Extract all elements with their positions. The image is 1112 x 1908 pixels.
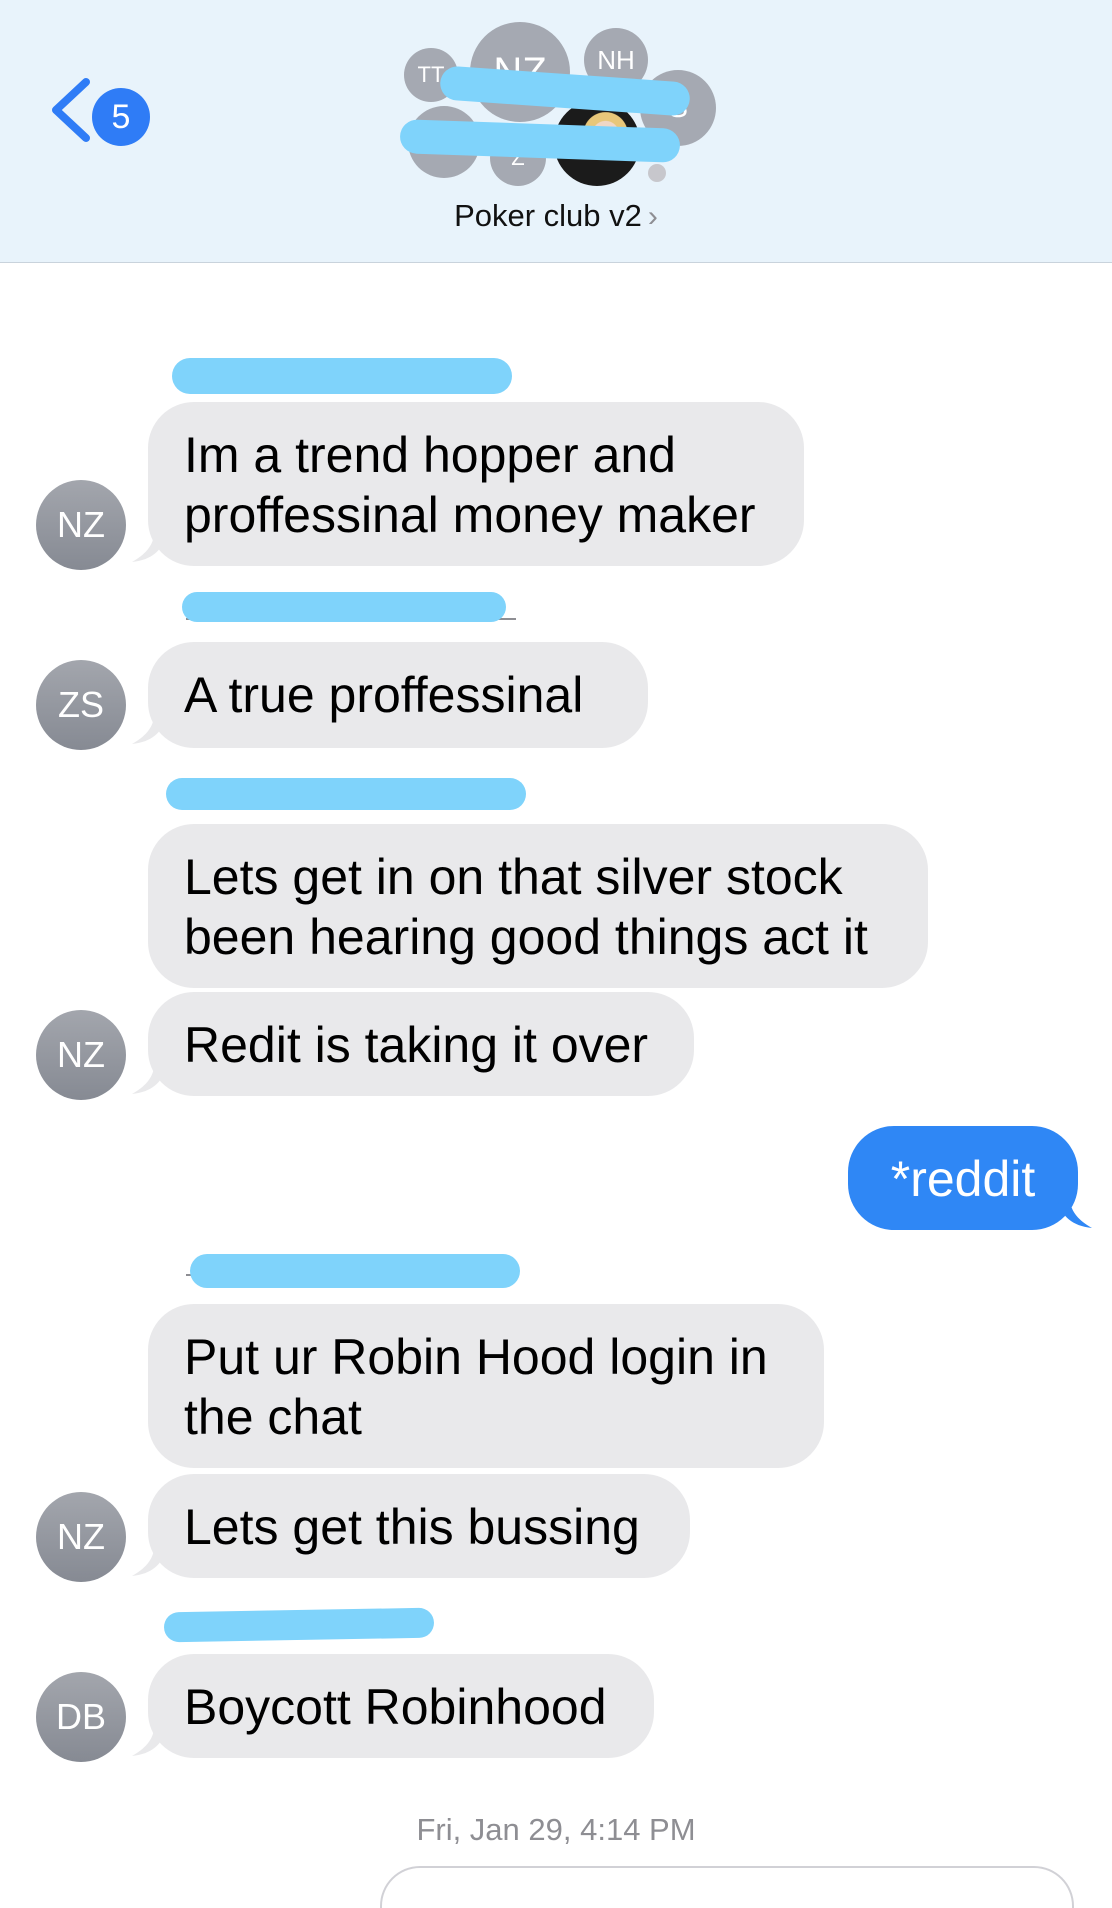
avatar[interactable]: NZ xyxy=(36,1010,126,1100)
bubble-tail xyxy=(132,1068,166,1094)
chevron-right-icon: › xyxy=(647,200,658,233)
redaction-mark xyxy=(163,1607,435,1643)
message-bubble-received[interactable]: Lets get this bussing xyxy=(148,1474,690,1578)
message-bubble-received[interactable]: Boycott Robinhood xyxy=(148,1654,654,1758)
redaction-mark xyxy=(439,65,691,117)
bubble-tail xyxy=(132,1730,166,1756)
avatar[interactable]: NZ xyxy=(36,1492,126,1582)
message-bubble-received[interactable]: Im a trend hopper and proffessinal money… xyxy=(148,402,804,566)
bubble-tail xyxy=(132,718,166,744)
avatar[interactable]: NZ xyxy=(36,480,126,570)
message-bubble-partial xyxy=(380,1866,1074,1908)
bubble-tail xyxy=(132,1550,166,1576)
redaction-mark xyxy=(166,778,526,810)
redaction-mark xyxy=(190,1254,520,1288)
chevron-left-icon xyxy=(52,78,90,142)
message-bubble-received[interactable]: A true proffessinal xyxy=(148,642,648,748)
message-bubble-sent[interactable]: *reddit xyxy=(848,1126,1078,1230)
message-bubble-received[interactable]: Redit is taking it over xyxy=(148,992,694,1096)
conversation-header: 5 TT NZ NH S Z Poker club v2› xyxy=(0,0,1112,263)
member-avatar xyxy=(648,164,666,182)
avatar[interactable]: ZS xyxy=(36,660,126,750)
message-bubble-received[interactable]: Put ur Robin Hood login in the chat xyxy=(148,1304,824,1468)
group-name-button[interactable]: Poker club v2 › xyxy=(0,198,1112,234)
unread-count-badge: 5 xyxy=(92,88,150,146)
redaction-mark xyxy=(172,358,512,394)
avatar[interactable]: DB xyxy=(36,1672,126,1762)
message-bubble-received[interactable]: Lets get in on that silver stock been he… xyxy=(148,824,928,988)
bubble-tail xyxy=(132,536,166,562)
bubble-tail xyxy=(1058,1202,1092,1228)
message-timestamp: Fri, Jan 29, 4:14 PM xyxy=(416,1812,696,1847)
redaction-mark xyxy=(182,592,506,622)
group-name: Poker club v2 xyxy=(454,198,642,233)
back-button[interactable]: 5 xyxy=(40,68,160,148)
